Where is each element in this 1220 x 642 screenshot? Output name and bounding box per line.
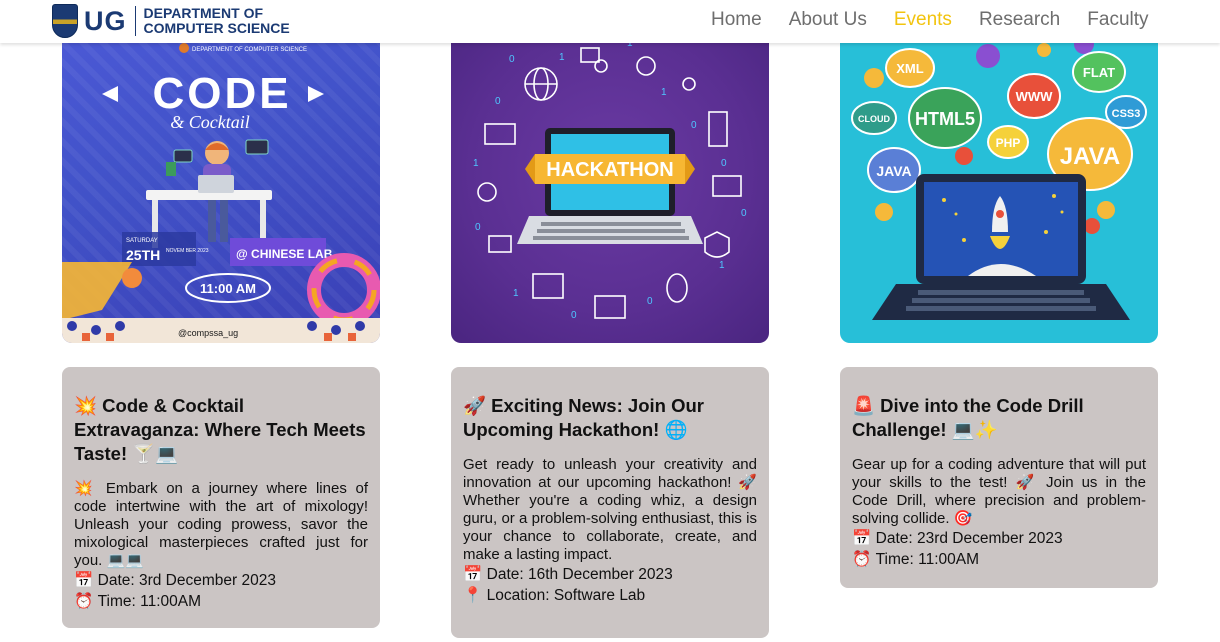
svg-text:0: 0 xyxy=(495,96,501,107)
alarm-clock-icon: ⏰ xyxy=(74,592,94,610)
event-card-code-cocktail[interactable]: 💥 Code & Cocktail Extravaganza: Where Te… xyxy=(62,367,380,628)
svg-text:1: 1 xyxy=(719,260,725,271)
ug-logo[interactable]: UG DEPARTMENT OF COMPUTER SCIENCE xyxy=(52,3,290,39)
svg-text:1: 1 xyxy=(513,288,519,299)
bubble-css3: CSS3 xyxy=(1112,108,1141,120)
event-poster-hackathon[interactable]: 011 000 100 101 01 HACKATHON xyxy=(451,0,769,343)
event-poster-code-cocktail[interactable]: DEPARTMENT OF COMPUTER SCIENCE CODE & Co… xyxy=(62,0,380,343)
logo-short: UG xyxy=(84,5,127,36)
ug-crest-icon xyxy=(52,4,78,38)
event-time-text: Time: 11:00AM xyxy=(97,593,201,610)
logo-department: DEPARTMENT OF COMPUTER SCIENCE xyxy=(144,6,290,36)
poster-day: SATURDAY xyxy=(126,238,158,244)
chat-icon xyxy=(580,47,600,63)
logo-divider xyxy=(134,6,136,36)
warning-monitor-icon xyxy=(594,295,626,319)
nav-about-us[interactable]: About Us xyxy=(789,9,867,31)
svg-text:0: 0 xyxy=(571,310,577,321)
lightbulb-icon xyxy=(636,56,656,76)
bubble-xml: XML xyxy=(896,61,924,76)
laptop-icon xyxy=(198,175,234,193)
svg-text:1: 1 xyxy=(473,158,479,169)
event-location-text: Location: Software Lab xyxy=(486,587,646,604)
poster-date-rest: NOVEM BER 2023 xyxy=(166,248,209,254)
gear-icon xyxy=(864,68,884,88)
nav-events[interactable]: Events xyxy=(894,9,952,31)
bubble-html5: HTML5 xyxy=(915,109,975,129)
right-arrow-icon xyxy=(308,86,324,102)
calendar-icon: 📅 xyxy=(74,571,94,589)
poster-venue: @ CHINESE LAB xyxy=(236,247,333,261)
nav-home[interactable]: Home xyxy=(711,9,762,31)
logo-line-2: COMPUTER SCIENCE xyxy=(143,20,290,36)
event-time-text: Time: 11:00AM xyxy=(875,551,979,568)
event-card-code-drill[interactable]: 🚨 Dive into the Code Drill Challenge! 💻✨… xyxy=(840,367,1158,588)
poster-title: CODE xyxy=(152,69,291,118)
calendar-icon: 📅 xyxy=(852,529,872,547)
left-arrow-icon xyxy=(102,86,118,102)
event-description: Gear up for a coding adventure that will… xyxy=(852,456,1146,527)
event-location: 📍 Location: Software Lab xyxy=(463,585,757,606)
event-title: 🚀 Exciting News: Join Our Upcoming Hacka… xyxy=(463,395,704,440)
home-browser-icon xyxy=(532,273,564,299)
calendar-icon: 📅 xyxy=(463,565,483,583)
event-description: 💥 Embark on a journey where lines of cod… xyxy=(74,480,368,569)
gears-icon xyxy=(477,182,497,202)
code-drill-poster-art: XML HTML5 WWW FLAT CLOUD PHP CSS3 JAVA J… xyxy=(851,34,1147,320)
touch-icon xyxy=(488,235,512,253)
event-description: Get ready to unleash your creativity and… xyxy=(463,456,757,563)
poster-time: 11:00 AM xyxy=(200,281,256,296)
nav-research[interactable]: Research xyxy=(979,9,1060,31)
event-date-text: Date: 3rd December 2023 xyxy=(97,572,276,589)
poster-subtitle: & Cocktail xyxy=(170,112,250,132)
pin-icon: 📍 xyxy=(463,586,483,604)
cocktail-icon xyxy=(62,262,132,320)
svg-text:0: 0 xyxy=(647,296,653,307)
event-date: 📅 Date: 16th December 2023 xyxy=(463,564,757,585)
main-nav: Home About Us Events Research Faculty xyxy=(711,9,1149,31)
svg-text:0: 0 xyxy=(741,208,747,219)
event-date-text: Date: 23rd December 2023 xyxy=(875,530,1063,547)
poster-dept: DEPARTMENT OF COMPUTER SCIENCE xyxy=(192,47,307,53)
bubble-java-small: JAVA xyxy=(876,163,911,179)
event-time: ⏰ Time: 11:00AM xyxy=(74,591,368,612)
svg-text:0: 0 xyxy=(509,54,515,65)
poster-date-big: 25TH xyxy=(126,247,160,263)
user-icon xyxy=(594,59,608,73)
keyboard-icon xyxy=(712,175,742,197)
svg-text:1: 1 xyxy=(559,52,565,63)
svg-text:0: 0 xyxy=(721,158,727,169)
poster-banner: HACKATHON xyxy=(546,159,673,181)
hackathon-poster-art: 0 11 000 100 101 01 HACKATHON xyxy=(473,38,747,321)
svg-text:1: 1 xyxy=(661,87,667,98)
alarm-clock-icon: ⏰ xyxy=(852,550,872,568)
event-date: 📅 Date: 23rd December 2023 xyxy=(852,528,1146,549)
team-icon xyxy=(682,77,696,91)
bubble-flat: FLAT xyxy=(1083,65,1115,80)
event-date: 📅 Date: 3rd December 2023 xyxy=(74,570,368,591)
browser-icon xyxy=(484,123,516,145)
mouse-icon xyxy=(666,273,688,303)
server-icon xyxy=(708,111,728,147)
bubble-cloud: CLOUD xyxy=(858,114,890,124)
event-time: ⏰ Time: 11:00AM xyxy=(852,549,1146,570)
bubble-www: WWW xyxy=(1016,89,1054,104)
bubble-java-large: JAVA xyxy=(1060,143,1120,170)
event-title: 💥 Code & Cocktail Extravaganza: Where Te… xyxy=(74,395,366,464)
event-card-hackathon[interactable]: 🚀 Exciting News: Join Our Upcoming Hacka… xyxy=(451,367,769,638)
event-date-text: Date: 16th December 2023 xyxy=(486,566,673,583)
poster-handle: @compssa_ug xyxy=(178,328,238,338)
shield-icon xyxy=(704,231,730,258)
bubble-php: PHP xyxy=(996,136,1021,150)
logo-line-1: DEPARTMENT OF xyxy=(143,5,264,21)
code-cocktail-poster-art: DEPARTMENT OF COMPUTER SCIENCE CODE & Co… xyxy=(62,43,380,343)
nav-faculty[interactable]: Faculty xyxy=(1087,9,1148,31)
event-poster-code-drill[interactable]: XML HTML5 WWW FLAT CLOUD PHP CSS3 JAVA J… xyxy=(840,0,1158,343)
svg-text:0: 0 xyxy=(691,120,697,131)
site-header: UG DEPARTMENT OF COMPUTER SCIENCE Home A… xyxy=(0,0,1220,43)
event-title: 🚨 Dive into the Code Drill Challenge! 💻✨ xyxy=(852,395,1084,440)
svg-text:0: 0 xyxy=(475,222,481,233)
